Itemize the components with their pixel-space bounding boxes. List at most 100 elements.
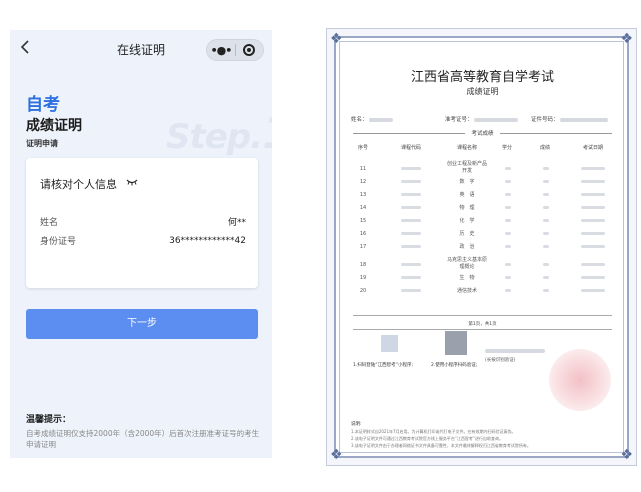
divider [500,133,612,134]
course-name: 物 理 [459,205,475,211]
hero-subtitle: 证明申请 [26,139,58,148]
cert-id-field: 证件号码： [531,115,609,123]
course-name: 化 学 [459,218,475,224]
hero-title: 成绩证明 [26,118,82,134]
course-name: 生 物 [459,275,475,281]
column-header: 学分 [501,145,512,151]
certificate-title: 江西省高等教育自学考试 [410,70,554,85]
redacted-cell [543,263,549,266]
redacted-cell [505,193,511,196]
next-step-button[interactable]: 下一步 [26,309,258,339]
redacted-cell [401,167,421,170]
qr-label-2: 2.使用小程序扫码验证; [431,363,478,368]
redacted-cell [505,219,511,222]
row-number: 20 [359,288,367,294]
redacted-cell [543,180,549,183]
redacted-cell [505,232,511,235]
redacted-cell [401,232,421,235]
course-name: 历 史 [459,231,475,237]
corner-ornament-icon: ❖ [620,447,633,463]
name-label: 姓名 [40,218,59,228]
course-name: 通信技术 [456,288,477,294]
note-line: 3.该电子证明文件由于办理者网络证书文件具备可靠性，本文件最终解释权归江西省教育… [351,443,531,448]
official-seal [549,349,611,411]
tips-title: 温馨提示： [26,415,72,425]
redacted-cell [543,193,549,196]
cert-name-field: 姓名： [351,115,394,123]
mini-program-qr-code [381,335,398,352]
certificate-subtitle: 成绩证明 [466,87,499,96]
row-number: 18 [359,262,367,268]
redacted-cell [401,193,421,196]
course-name: 创业工程及新产品开发 [446,161,487,174]
redacted-cell [543,232,549,235]
id-number-value: 36************42 [169,236,246,246]
score-certificate: ❖ ❖ ❖ ❖ 江西省高等教育自学考试 成绩证明 姓名： 准考证号： 证件号码：… [326,28,637,466]
redacted-cell [581,206,605,209]
redacted-cell [543,276,549,279]
cert-exam-no-field: 准考证号： [445,115,519,123]
id-number-label: 身份证号 [40,237,77,247]
close-capsule-button[interactable] [236,44,263,56]
course-name: 英 语 [459,192,475,198]
redacted-cell [401,180,421,183]
corner-ornament-icon: ❖ [620,31,633,47]
page-indicator: 第1页，共1页 [468,322,497,327]
eye-closed-icon[interactable] [126,178,138,186]
column-header: 序号 [357,145,368,151]
redacted-cell [581,167,605,170]
note-line: 1.本证明样式自2021年7月启用。为计算机打印或代打电子文件。在有效期内扫码验… [351,429,516,434]
qr-label-1: 1.扫码登陆“江西智考”小程序; [353,363,413,368]
row-number: 12 [359,179,367,185]
more-menu-icon[interactable]: •●• [207,44,235,57]
redacted-cell [505,167,511,170]
target-circle-icon [243,44,256,56]
redacted-cell [401,289,421,292]
redacted-cell [581,263,605,266]
step-watermark: Step.1 [166,108,272,159]
redacted-cell [581,180,605,183]
redacted-cell [505,289,511,292]
redacted-cell [401,245,421,248]
row-number: 16 [359,231,367,237]
redacted-cell [401,276,421,279]
redacted-cell [543,219,549,222]
notes-title: 说明: [351,422,362,427]
redacted-cell [543,167,549,170]
divider [353,315,612,316]
redacted-cell [543,206,549,209]
redacted-cell [581,193,605,196]
row-number: 19 [359,275,367,281]
tips-body: 自考成绩证明仅支持2000年（含2000年）后首次注册准考证号的考生申请证明 [26,429,260,449]
note-line: 2.该电子证明文件可通过江西教育考试院官方线上服务平台“江西智考”进行自助查询。 [351,436,503,441]
row-number: 17 [359,244,367,250]
personal-info-card: 请核对个人信息 姓名 何** 身份证号 36************42 [26,158,258,288]
redacted-cell [505,263,511,266]
nav-bar: 在线证明 •●• [10,30,272,68]
redacted-cell [401,219,421,222]
redacted-cell [581,232,605,235]
redacted-cell [505,180,511,183]
redacted-cell [505,245,511,248]
course-name: 政 治 [459,244,475,250]
row-number: 15 [359,218,367,224]
hero-title-accent: 自考 [26,95,60,115]
redacted-cell [543,245,549,248]
redacted-cell [401,206,421,209]
redacted-cell [505,276,511,279]
course-name: 马克思主义基本原理概论 [446,257,487,270]
corner-ornament-icon: ❖ [330,31,343,47]
divider [353,329,612,330]
row-number: 11 [359,166,367,172]
redacted-cell [581,219,605,222]
course-name: 数 字 [459,179,475,185]
column-header: 课程名称 [456,145,477,151]
qr-note: (长按识别验证) [485,349,545,363]
redacted-cell [543,289,549,292]
redacted-cell [505,206,511,209]
row-number: 13 [359,192,367,198]
column-header: 成绩 [539,145,550,151]
verify-qr-code [445,331,467,355]
card-title: 请核对个人信息 [40,178,117,191]
redacted-cell [581,289,605,292]
